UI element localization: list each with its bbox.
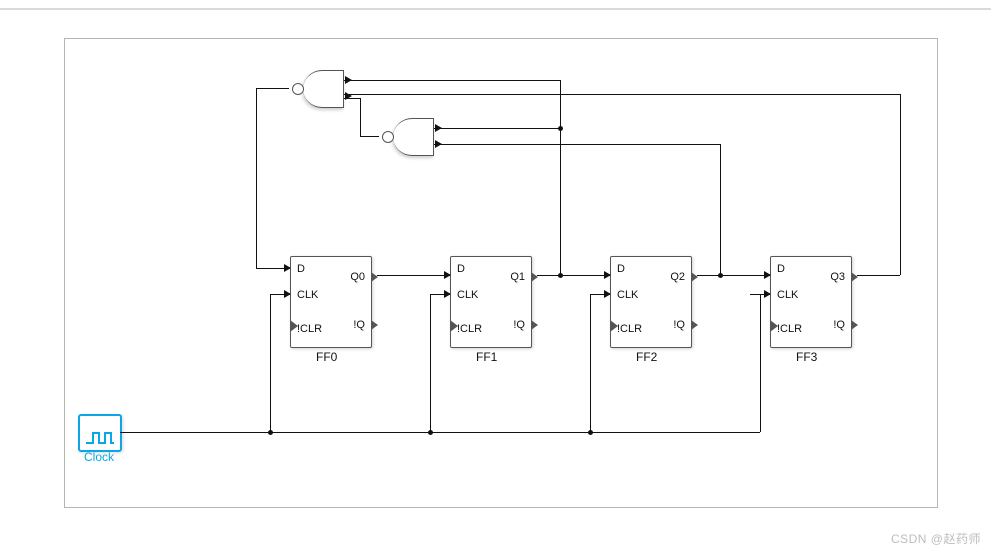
arrow-icon	[284, 290, 291, 298]
wire-q1-nand1	[344, 80, 560, 81]
pin-nq: !Q	[513, 319, 525, 331]
clk-edge-icon	[290, 320, 298, 332]
pin-d: D	[457, 263, 465, 275]
wire	[360, 98, 361, 136]
pin-nq: !Q	[833, 319, 845, 331]
wire	[344, 98, 360, 99]
nq-port-icon	[371, 320, 378, 330]
flipflop-ff2[interactable]: D CLK !CLR Q2 !Q	[610, 256, 692, 348]
wire	[760, 294, 761, 432]
wire-q1-d2	[537, 275, 610, 276]
junction	[558, 126, 563, 131]
pin-nclr: !CLR	[617, 323, 642, 335]
wire	[360, 136, 379, 137]
wire-q1-nand2	[434, 128, 560, 129]
nq-port-icon	[851, 320, 858, 330]
pin-q: Q3	[830, 271, 845, 283]
pin-q: Q2	[670, 271, 685, 283]
pin-nclr: !CLR	[777, 323, 802, 335]
junction	[268, 430, 273, 435]
arrow-icon	[444, 290, 451, 298]
pin-q: Q0	[350, 271, 365, 283]
flipflop-ff0[interactable]: D CLK !CLR Q0 !Q	[290, 256, 372, 348]
clk-edge-icon	[770, 320, 778, 332]
pin-clk: CLK	[457, 289, 478, 301]
clk-edge-icon	[610, 320, 618, 332]
wire-q2-d3	[697, 275, 770, 276]
wire-clock-bus	[120, 432, 760, 433]
pin-nclr: !CLR	[297, 323, 322, 335]
nand-gate-2[interactable]	[380, 118, 434, 154]
arrow-icon	[444, 271, 451, 279]
pin-nq: !Q	[353, 319, 365, 331]
ff0-label: FF0	[316, 350, 337, 364]
q-port-icon	[531, 272, 538, 282]
clock-label: Clock	[84, 450, 114, 464]
wire	[900, 94, 901, 275]
pin-nq: !Q	[673, 319, 685, 331]
nq-port-icon	[691, 320, 698, 330]
wire	[430, 294, 431, 432]
wire	[256, 88, 289, 89]
q-port-icon	[851, 272, 858, 282]
arrow-icon	[764, 271, 771, 279]
watermark: CSDN @赵药师	[891, 530, 981, 547]
pin-clk: CLK	[617, 289, 638, 301]
q-port-icon	[371, 272, 378, 282]
nq-port-icon	[531, 320, 538, 330]
ff3-label: FF3	[796, 350, 817, 364]
nand-gate-1[interactable]	[290, 70, 344, 106]
junction	[588, 430, 593, 435]
flipflop-ff1[interactable]: D CLK !CLR Q1 !Q	[450, 256, 532, 348]
clock-block[interactable]	[78, 414, 122, 452]
pin-clk: CLK	[777, 289, 798, 301]
junction	[428, 430, 433, 435]
wire	[256, 88, 257, 268]
arrow-icon	[764, 290, 771, 298]
wire	[560, 128, 561, 275]
junction	[718, 273, 723, 278]
arrow-icon	[604, 290, 611, 298]
wire-q3-nand1	[344, 94, 900, 95]
arrow-icon	[604, 271, 611, 279]
diagram-canvas: Clock D CLK !CLR Q0 !Q FF0 D CLK !CLR Q1…	[0, 0, 991, 553]
window-divider	[0, 0, 991, 10]
wire-q2-nand2	[434, 144, 720, 145]
pin-nclr: !CLR	[457, 323, 482, 335]
arrow-icon	[284, 264, 291, 272]
wire	[590, 294, 591, 432]
flipflop-ff3[interactable]: D CLK !CLR Q3 !Q	[770, 256, 852, 348]
pin-d: D	[617, 263, 625, 275]
pin-clk: CLK	[297, 289, 318, 301]
ff1-label: FF1	[476, 350, 497, 364]
junction	[558, 273, 563, 278]
wire	[270, 294, 271, 432]
wire	[720, 144, 721, 275]
clock-wave-icon	[86, 432, 114, 444]
clk-edge-icon	[450, 320, 458, 332]
wire-q0-d1	[377, 275, 450, 276]
ff2-label: FF2	[636, 350, 657, 364]
wire	[560, 80, 561, 128]
q-port-icon	[691, 272, 698, 282]
pin-d: D	[777, 263, 785, 275]
pin-q: Q1	[510, 271, 525, 283]
pin-d: D	[297, 263, 305, 275]
wire	[857, 275, 900, 276]
